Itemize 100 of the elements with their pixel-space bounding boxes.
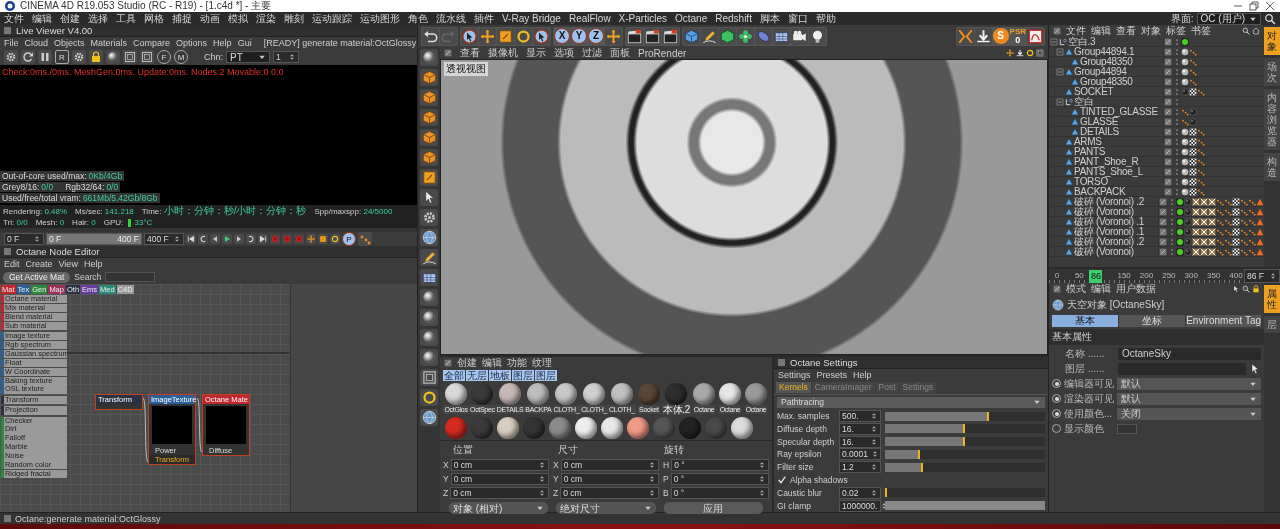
layer-filter-tab[interactable]: 全部 [443,370,465,381]
setting-field[interactable]: 0.0001 [839,448,881,461]
menu-item[interactable]: 文件 [4,12,24,25]
menu-item[interactable]: 工具 [116,12,136,25]
kernel-dropdown[interactable]: Pathtracing [777,396,1045,408]
menu-item[interactable]: 渲染 [256,12,276,25]
object-name[interactable]: DETAILS [1080,126,1119,137]
menu-item[interactable]: 文件 [1066,24,1086,38]
channel-field[interactable]: 1 [273,51,299,63]
axis-lock-button[interactable]: Y [571,27,587,44]
menu-item[interactable]: 查看 [1116,24,1136,38]
side-tab[interactable]: 层 [1264,316,1280,333]
menu-item[interactable]: 模式 [1066,282,1086,296]
object-name[interactable]: BACKPACK [1074,186,1126,197]
object-name[interactable]: Group48350 [1080,76,1133,87]
option-dropdown[interactable]: 关闭 [1117,407,1261,420]
coordinate-field[interactable]: 0 cm [450,473,549,485]
menu-item[interactable]: Help [853,369,872,380]
object-name[interactable]: PANTS [1074,146,1106,157]
coordinate-field[interactable]: 0 cm [560,459,659,471]
layer-filter-tab[interactable]: 无层 [466,370,488,381]
coordinate-field[interactable]: 0 cm [450,459,549,471]
menu-item[interactable]: Help [83,259,103,269]
current-frame-marker[interactable]: 86 [1089,270,1103,283]
menu-item[interactable]: 查看 [460,46,480,60]
menu-item[interactable]: Options [176,38,208,48]
menu-item[interactable]: Octane [674,12,708,25]
apply-button[interactable]: 应用 [663,502,763,514]
coordinate-mode-dropdown[interactable]: 对象 (相对) [449,502,549,514]
menu-item[interactable]: 编辑 [32,12,52,25]
key-button[interactable]: P [342,232,356,246]
menu-item[interactable]: 帮助 [815,12,836,25]
menu-item[interactable]: 编辑 [1091,282,1111,296]
menu-item[interactable]: RealFlow [568,12,611,25]
layer-filter-tab[interactable]: 地板 [489,370,511,381]
object-name[interactable]: ARMS [1074,136,1102,147]
menu-item[interactable]: 对象 [1141,24,1161,38]
object-name[interactable]: Group44894 [1074,66,1127,77]
axis-lock-button[interactable]: X [554,27,570,44]
coordinate-field[interactable]: 0 ° [671,459,769,471]
menu-item[interactable]: 功能 [507,356,527,370]
menu-item[interactable]: 创建 [457,356,477,370]
coordinate-field[interactable]: 0 ° [670,487,769,499]
menu-item[interactable]: ProRender [638,47,687,59]
option-dropdown[interactable]: 默认 [1117,377,1261,390]
menu-item[interactable]: 动画 [200,12,220,25]
toggle-button[interactable]: F [157,50,171,64]
get-active-material-button[interactable]: Get Active Mat [3,271,71,283]
menu-item[interactable]: Materials [90,38,128,48]
layer-filter-tab[interactable]: 图层 [512,370,534,381]
menu-item[interactable]: 纹理 [532,356,552,370]
object-name[interactable]: 破碎 (Voronoi) .2 [1074,196,1144,207]
render-button[interactable]: R [55,50,69,64]
object-name[interactable]: 破碎 (Voronoi) [1074,246,1134,257]
menu-item[interactable]: V-Ray Bridge [502,12,561,25]
size-mode-dropdown[interactable]: 绝对尺寸 [556,502,656,514]
coordinate-field[interactable]: 0 ° [670,473,769,485]
menu-item[interactable]: 创建 [60,12,80,25]
menu-item[interactable]: 窗口 [787,12,808,25]
menu-item[interactable]: Help [213,38,232,48]
menu-item[interactable]: Redshift [715,12,752,25]
side-tab[interactable]: 场次 [1264,58,1280,86]
attribute-tab[interactable]: Environment Tag [1186,315,1261,327]
setting-field[interactable]: 16. [839,435,881,448]
object-name[interactable]: SOCKET [1074,86,1114,97]
start-frame-field[interactable]: 0 F [4,233,44,245]
menu-item[interactable]: 标签 [1166,24,1186,38]
menu-item[interactable]: 流水线 [436,12,466,25]
coordinate-field[interactable]: 0 cm [560,473,659,485]
setting-field[interactable]: 0.02 [839,486,881,499]
menu-item[interactable]: 编辑 [1091,24,1111,38]
menu-item[interactable]: Edit [4,259,20,269]
menu-item[interactable]: 书签 [1191,24,1211,38]
attribute-tab[interactable]: 基本 [1052,315,1119,327]
viewport-render-placeholder[interactable]: 透视视图 [440,59,1048,355]
menu-item[interactable]: 显示 [526,46,546,60]
menu-item[interactable]: 选择 [88,12,108,25]
object-name[interactable]: GLASSE [1080,116,1119,127]
object-name[interactable]: TINTED_GLASSE [1080,106,1158,117]
menu-item[interactable]: 插件 [474,12,494,25]
menu-item[interactable]: 过滤 [582,46,602,60]
menu-item[interactable]: 编辑 [482,356,502,370]
menu-item[interactable]: Settings [778,369,811,380]
menu-item[interactable]: 运动图形 [360,12,400,25]
attribute-tab[interactable]: 坐标 [1119,315,1186,327]
object-name[interactable]: 破碎 (Voronoi) [1074,206,1134,217]
name-field[interactable]: OctaneSky [1118,347,1261,360]
setting-field[interactable]: 16. [839,422,881,435]
object-name[interactable]: PANTS_Shoe_L [1074,166,1144,177]
menu-item[interactable]: View [58,259,78,269]
object-name[interactable]: TORSO [1074,176,1108,187]
layout-dropdown[interactable]: OC (用户) [1196,12,1261,25]
side-tab[interactable]: 对象 [1264,27,1280,55]
menu-item[interactable]: Objects [54,38,85,48]
layer-filter-tab[interactable]: 图层 [535,370,557,381]
menu-item[interactable]: 模拟 [228,12,248,25]
menu-item[interactable]: 选项 [554,46,574,60]
side-tab[interactable]: 内容浏览器 [1264,89,1280,150]
object-name[interactable]: PANT_Shoe_R [1074,156,1139,167]
coordinate-field[interactable]: 0 cm [560,487,659,499]
